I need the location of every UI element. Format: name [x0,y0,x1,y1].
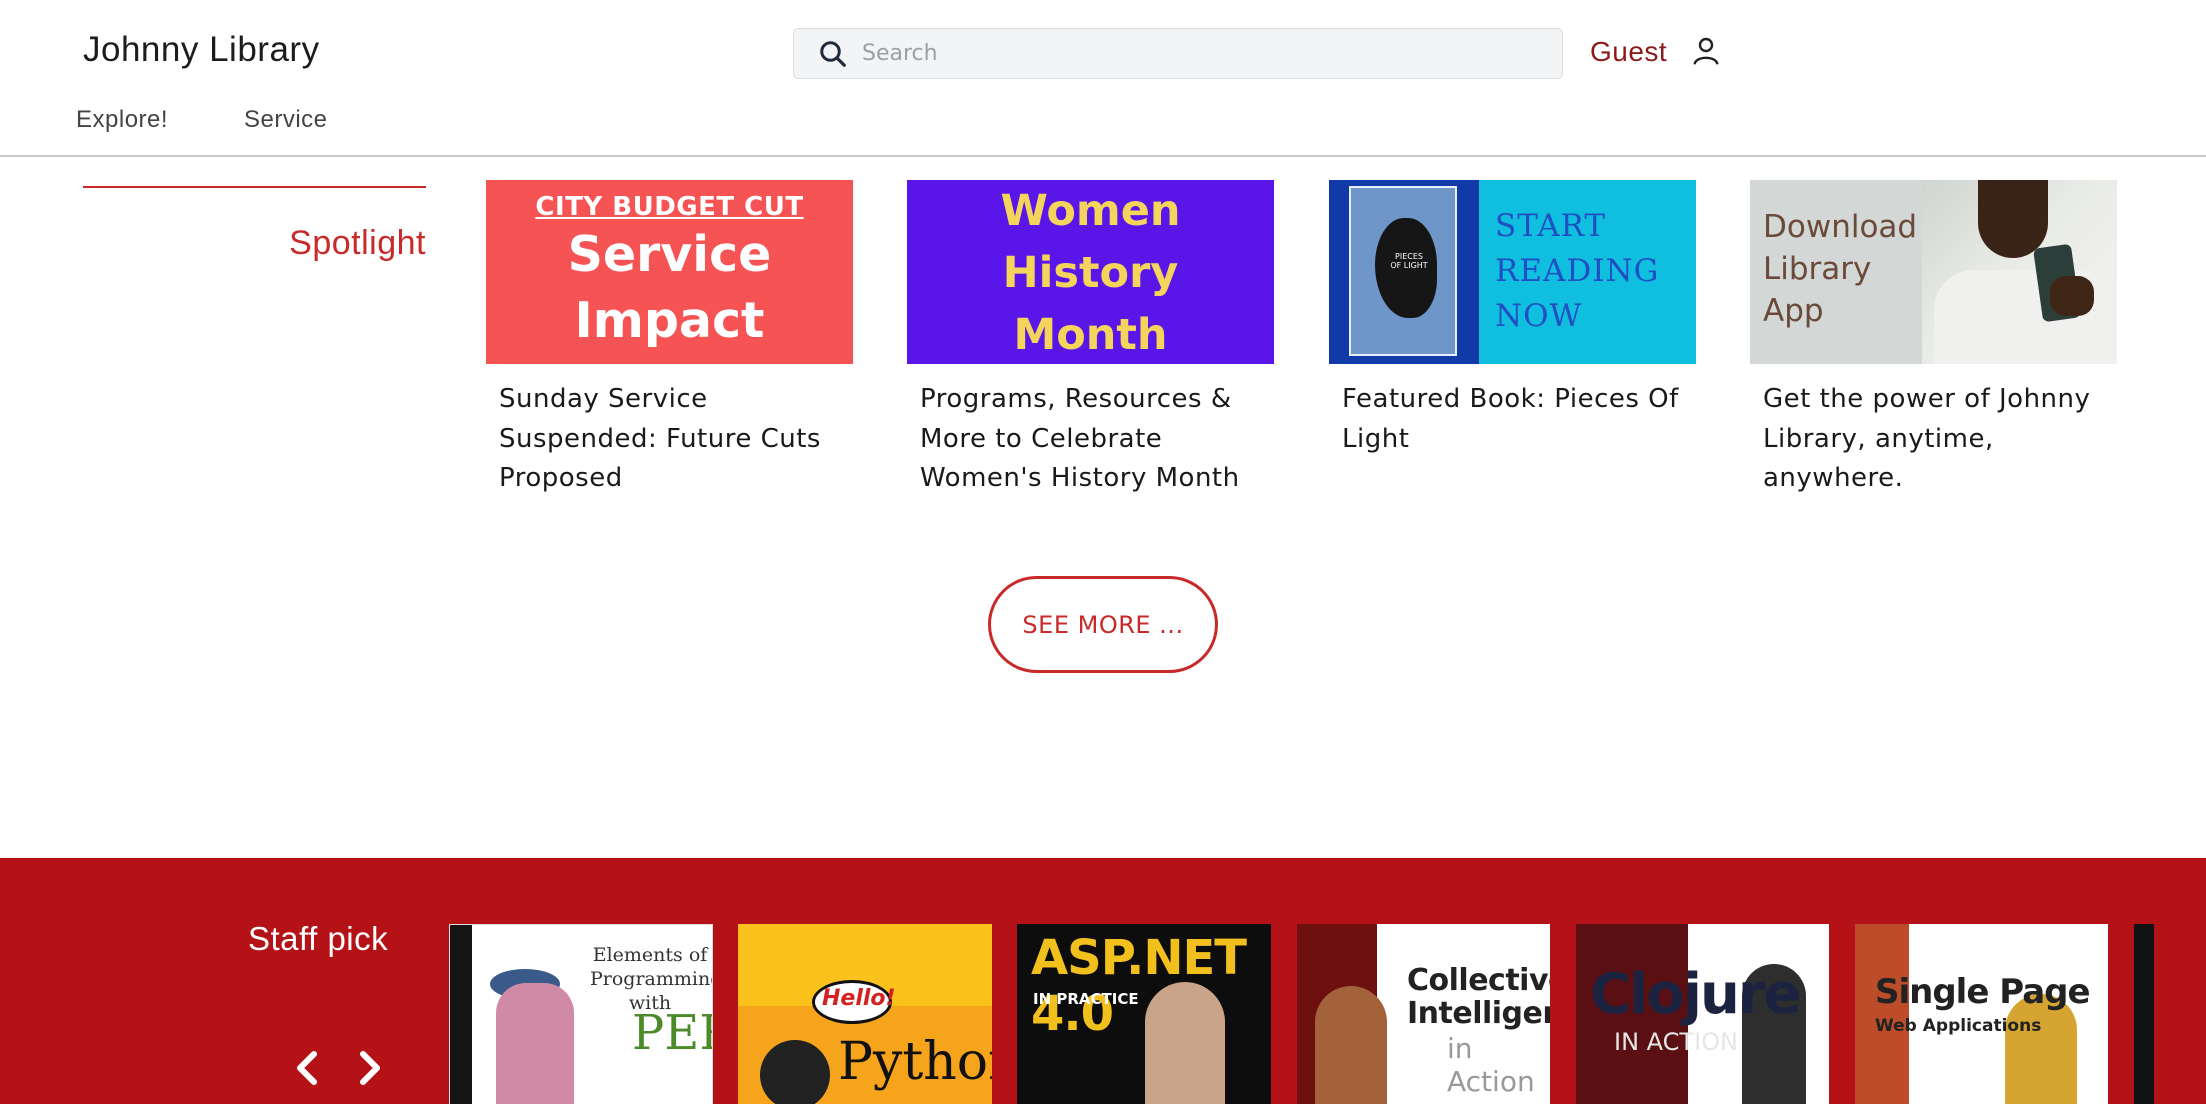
book-subtitle: Python [838,1032,992,1092]
site-logo[interactable]: Johnny Library [83,30,320,70]
chevron-right-icon[interactable] [355,1048,385,1088]
search-icon [820,40,846,67]
book-title: Hello! [822,986,896,1011]
image-text: Month [1013,310,1168,360]
book-cover[interactable]: Single Page Web Applications [1855,924,2108,1104]
book-cover[interactable]: Collective Intelligence in Action [1297,924,1550,1104]
spotlight-card[interactable]: CITY BUDGET CUT Service Impact Sunday Se… [486,180,853,499]
cover-figure [1145,982,1225,1104]
cover-figure [1315,986,1387,1104]
book-cover-image: PIECES OF LIGHT [1349,186,1457,356]
image-text-block: START READING NOW [1495,204,1659,339]
chevron-left-icon[interactable] [292,1048,322,1088]
spotlight-card-caption[interactable]: Sunday Service Suspended: Future Cuts Pr… [486,380,853,499]
spotlight-card[interactable]: Women History Month Programs, Resources … [907,180,1274,499]
user-icon[interactable] [1690,34,1722,68]
book-cover[interactable]: Elements of Programming with PERL [449,924,713,1104]
search-input[interactable] [862,41,1542,66]
see-more-button[interactable]: SEE MORE ... [988,576,1218,673]
image-headline: CITY BUDGET CUT [535,192,804,222]
spotlight-card-image[interactable]: Women History Month [907,180,1274,364]
cover-side-band [1855,924,1909,1104]
cover-figure [496,983,574,1104]
book-subtitle: IN ACTION [1614,1028,1738,1056]
image-text: NOW [1495,298,1583,334]
spotlight-card-caption[interactable]: Get the power of Johnny Library, anytime… [1750,380,2117,499]
cover-spine [450,925,472,1104]
image-text: Women [1000,186,1181,236]
book-title: Clojure [1590,962,1801,1027]
spotlight-card-image[interactable]: Download Library App [1750,180,2117,364]
spotlight-card[interactable]: Download Library App Get the power of Jo… [1750,180,2117,499]
nav-service[interactable]: Service [244,106,328,134]
image-text: START [1495,208,1607,244]
book-subtitle: IN PRACTICE [1033,990,1139,1008]
cover-mascot [760,1040,830,1104]
spotlight-divider [83,186,426,188]
image-text: Impact [574,292,765,349]
image-text-block: Download Library App [1763,206,1917,332]
header-divider [0,155,2206,157]
spotlight-card-image[interactable]: CITY BUDGET CUT Service Impact [486,180,853,364]
user-name[interactable]: Guest [1590,36,1667,68]
book-title: Collective Intelligence [1407,963,1550,1031]
image-text: History [1002,248,1179,298]
cover-title: PIECES OF LIGHT [1390,252,1428,270]
book-cover[interactable]: ASP.NET 4.0 IN PRACTICE [1017,924,1271,1104]
book-cover[interactable]: Clojure IN ACTION [1576,924,1829,1104]
book-subtitle: in Action [1447,1032,1535,1098]
photo-hand [2050,276,2094,316]
spotlight-title: Spotlight [289,224,426,262]
spotlight-card-caption[interactable]: Programs, Resources & More to Celebrate … [907,380,1274,499]
staff-pick-section: Staff pick Elements of Programming with … [0,858,2206,1104]
search-bar[interactable] [793,28,1563,79]
spotlight-card-caption[interactable]: Featured Book: Pieces Of Light [1329,380,1696,459]
image-text: Library [1763,251,1872,287]
image-text: READING [1495,253,1660,289]
image-text: App [1763,293,1824,329]
spotlight-card-image[interactable]: PIECES OF LIGHT START READING NOW [1329,180,1696,364]
image-text: Service [567,226,772,283]
spotlight-card[interactable]: PIECES OF LIGHT START READING NOW Featur… [1329,180,1696,459]
book-cover[interactable]: Hello! Python [738,924,992,1104]
photo-head [1978,180,2048,258]
book-cover-partial[interactable] [2134,924,2154,1104]
nav-explore[interactable]: Explore! [76,106,168,134]
book-title: Single Page [1875,972,2091,1012]
book-subtitle: Web Applications [1875,1016,2042,1036]
book-subtitle: PERL [632,1005,712,1061]
staff-pick-title: Staff pick [248,920,389,957]
image-text: Download [1763,209,1918,245]
